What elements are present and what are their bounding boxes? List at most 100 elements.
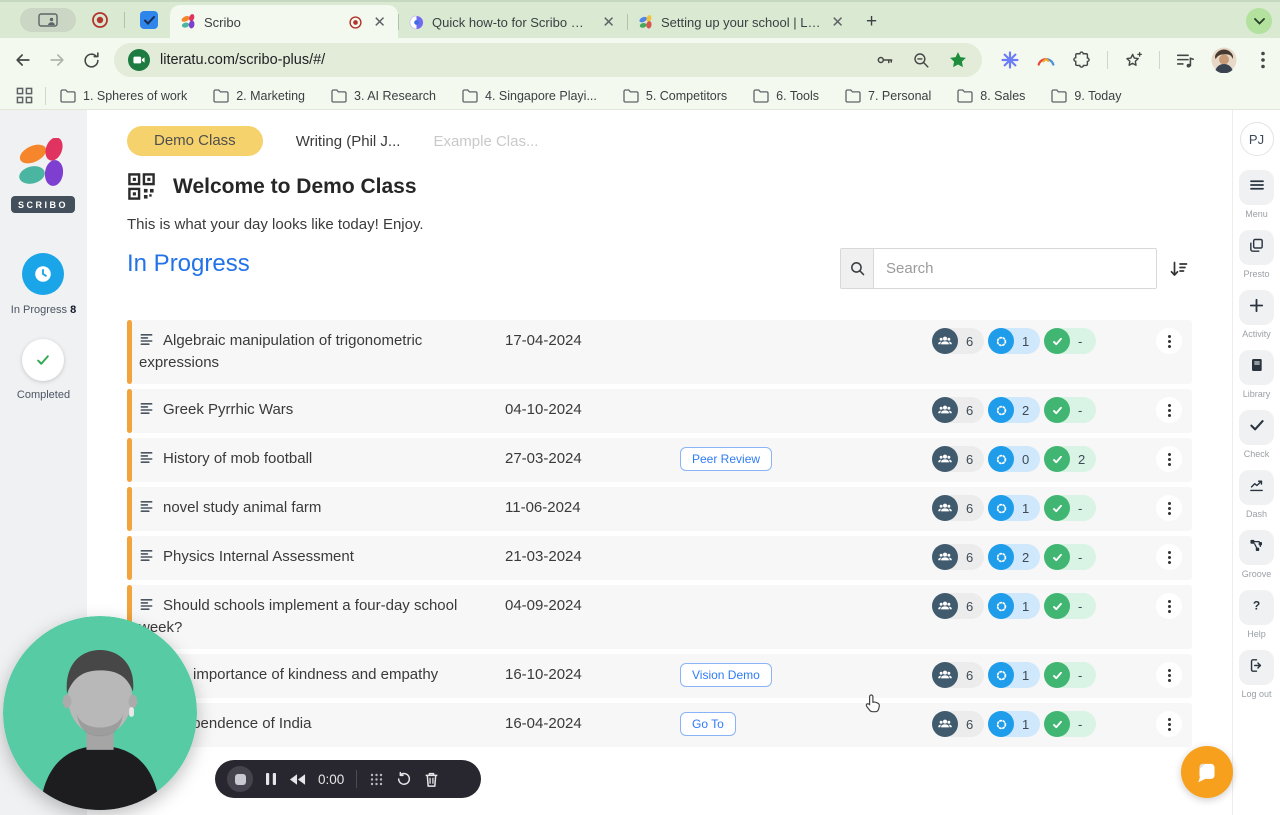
extensions-puzzle-icon[interactable] bbox=[1072, 50, 1092, 70]
class-tab-writing[interactable]: Writing (Phil J... bbox=[296, 133, 401, 150]
rail-item-check: Check bbox=[1239, 410, 1274, 459]
extension-arc-icon[interactable] bbox=[1035, 50, 1057, 70]
restart-recording-button[interactable] bbox=[396, 771, 412, 787]
row-action-button[interactable]: Go To bbox=[680, 712, 736, 736]
extension-app-icon[interactable] bbox=[140, 11, 158, 29]
row-menu-button[interactable] bbox=[1156, 495, 1182, 521]
row-menu-button[interactable] bbox=[1156, 544, 1182, 570]
assignment-row[interactable]: novel study animal farm 11-06-2024 6 1 - bbox=[127, 487, 1192, 531]
rewind-button[interactable] bbox=[289, 773, 306, 786]
row-menu-button[interactable] bbox=[1156, 593, 1182, 619]
rail-item-log-out: Log out bbox=[1239, 650, 1274, 699]
class-tab-demo-class[interactable]: Demo Class bbox=[127, 126, 263, 156]
in-progress-count-badge: 0 bbox=[988, 446, 1040, 472]
students-count-badge: 6 bbox=[932, 662, 984, 688]
bookmark-folder[interactable]: 2. Marketing bbox=[213, 89, 305, 103]
reload-button[interactable] bbox=[74, 43, 108, 77]
rail-button-dash[interactable] bbox=[1239, 470, 1274, 505]
nodes-icon bbox=[1248, 537, 1265, 559]
password-key-icon[interactable] bbox=[875, 50, 895, 70]
recording-toolbar: 0:00 bbox=[215, 760, 481, 798]
assignment-row[interactable]: Should schools implement a four-day scho… bbox=[127, 585, 1192, 649]
webcam-overlay[interactable] bbox=[3, 616, 197, 810]
tab-search-button[interactable] bbox=[20, 8, 76, 32]
rail-button-presto[interactable] bbox=[1239, 230, 1274, 265]
bookmark-folder[interactable]: 5. Competitors bbox=[623, 89, 727, 103]
assignment-row[interactable]: Independence of India 16-04-2024 Go To 6… bbox=[127, 703, 1192, 747]
tab-close-icon[interactable]: ✕ bbox=[600, 13, 617, 31]
zoom-icon[interactable] bbox=[912, 51, 931, 70]
bookmark-folder[interactable]: 9. Today bbox=[1051, 89, 1121, 103]
tab-setting-up-school[interactable]: Setting up your school | Liter ✕ bbox=[628, 5, 856, 39]
assignment-row[interactable]: Greek Pyrrhic Wars 04-10-2024 6 2 - bbox=[127, 389, 1192, 433]
tab-scribo[interactable]: Scribo ✕ bbox=[170, 5, 398, 39]
favorites-sparkle-star-icon[interactable] bbox=[1123, 50, 1144, 71]
assignment-row[interactable]: Physics Internal Assessment 21-03-2024 6… bbox=[127, 536, 1192, 580]
sort-button[interactable] bbox=[1167, 257, 1191, 281]
rail-button-menu[interactable] bbox=[1239, 170, 1274, 205]
students-count-badge: 6 bbox=[932, 495, 984, 521]
pause-button[interactable] bbox=[265, 772, 277, 786]
record-indicator-icon[interactable] bbox=[91, 11, 109, 29]
back-button[interactable] bbox=[6, 43, 40, 77]
row-accent-bar bbox=[127, 320, 132, 384]
rail-label-presto: Presto bbox=[1243, 269, 1270, 279]
rail-button-activity[interactable] bbox=[1239, 290, 1274, 325]
url-text[interactable]: literatu.com/scribo-plus/#/ bbox=[160, 52, 867, 68]
completed-count-badge: - bbox=[1044, 328, 1096, 354]
bookmark-folder[interactable]: 8. Sales bbox=[957, 89, 1025, 103]
people-icon bbox=[932, 711, 958, 737]
bookmark-folder[interactable]: 4. Singapore Playi... bbox=[462, 89, 597, 103]
assignment-row[interactable]: History of mob football 27-03-2024 Peer … bbox=[127, 438, 1192, 482]
progress-dotted-icon bbox=[988, 544, 1014, 570]
address-bar[interactable]: literatu.com/scribo-plus/#/ bbox=[114, 43, 982, 77]
in-progress-nav-button[interactable] bbox=[22, 253, 64, 295]
bookmark-star-icon[interactable] bbox=[948, 50, 968, 70]
row-action-button[interactable]: Vision Demo bbox=[680, 663, 772, 687]
scribo-logo bbox=[19, 138, 64, 186]
assignment-row[interactable]: The importance of kindness and empathy 1… bbox=[127, 654, 1192, 698]
assignment-title: novel study animal farm bbox=[127, 487, 479, 531]
assignment-row[interactable]: Algebraic manipulation of trigonometric … bbox=[127, 320, 1192, 384]
extension-asterisk-icon[interactable] bbox=[1000, 50, 1020, 70]
tab-quick-how-to[interactable]: Quick how-to for Scribo Conn ✕ bbox=[399, 5, 627, 39]
profile-avatar[interactable] bbox=[1211, 47, 1237, 73]
delete-recording-button[interactable] bbox=[424, 771, 439, 788]
row-menu-button[interactable] bbox=[1156, 446, 1182, 472]
site-camera-badge-icon[interactable] bbox=[128, 49, 150, 71]
chat-widget-button[interactable] bbox=[1181, 746, 1233, 798]
rail-button-check[interactable] bbox=[1239, 410, 1274, 445]
row-action-button[interactable]: Peer Review bbox=[680, 447, 773, 471]
row-menu-button[interactable] bbox=[1156, 662, 1182, 688]
row-badges: 6 1 - bbox=[932, 662, 1096, 688]
bookmark-folder[interactable]: 6. Tools bbox=[753, 89, 819, 103]
bookmark-folder[interactable]: 7. Personal bbox=[845, 89, 931, 103]
tab-close-icon[interactable]: ✕ bbox=[371, 13, 388, 31]
forward-button[interactable] bbox=[40, 43, 74, 77]
media-playlist-icon[interactable] bbox=[1175, 51, 1196, 70]
row-menu-button[interactable] bbox=[1156, 397, 1182, 423]
row-menu-button[interactable] bbox=[1156, 328, 1182, 354]
tab-close-icon[interactable]: ✕ bbox=[829, 13, 846, 31]
rail-button-library[interactable] bbox=[1239, 350, 1274, 385]
bookmark-folder[interactable]: 1. Spheres of work bbox=[60, 89, 187, 103]
search-box bbox=[840, 248, 1157, 289]
rail-button-groove[interactable] bbox=[1239, 530, 1274, 565]
rail-button-help[interactable]: ? bbox=[1239, 590, 1274, 625]
tab-list-chevron-button[interactable] bbox=[1246, 8, 1272, 34]
new-tab-button[interactable]: + bbox=[866, 11, 877, 33]
user-avatar[interactable]: PJ bbox=[1239, 122, 1274, 156]
bookmark-folder[interactable]: 3. AI Research bbox=[331, 89, 436, 103]
class-tab-example[interactable]: Example Clas... bbox=[433, 133, 538, 150]
completed-nav-button[interactable] bbox=[22, 339, 64, 381]
rail-button-log-out[interactable] bbox=[1239, 650, 1274, 685]
rail-label-dash: Dash bbox=[1245, 509, 1267, 519]
book-icon bbox=[1249, 357, 1265, 378]
row-menu-button[interactable] bbox=[1156, 711, 1182, 737]
stop-recording-button[interactable] bbox=[227, 766, 253, 792]
search-input[interactable] bbox=[874, 249, 1156, 288]
drag-handle-icon[interactable] bbox=[369, 772, 384, 787]
browser-menu-button[interactable] bbox=[1252, 43, 1274, 77]
apps-grid-icon[interactable] bbox=[16, 87, 33, 104]
completed-count-badge: - bbox=[1044, 495, 1096, 521]
